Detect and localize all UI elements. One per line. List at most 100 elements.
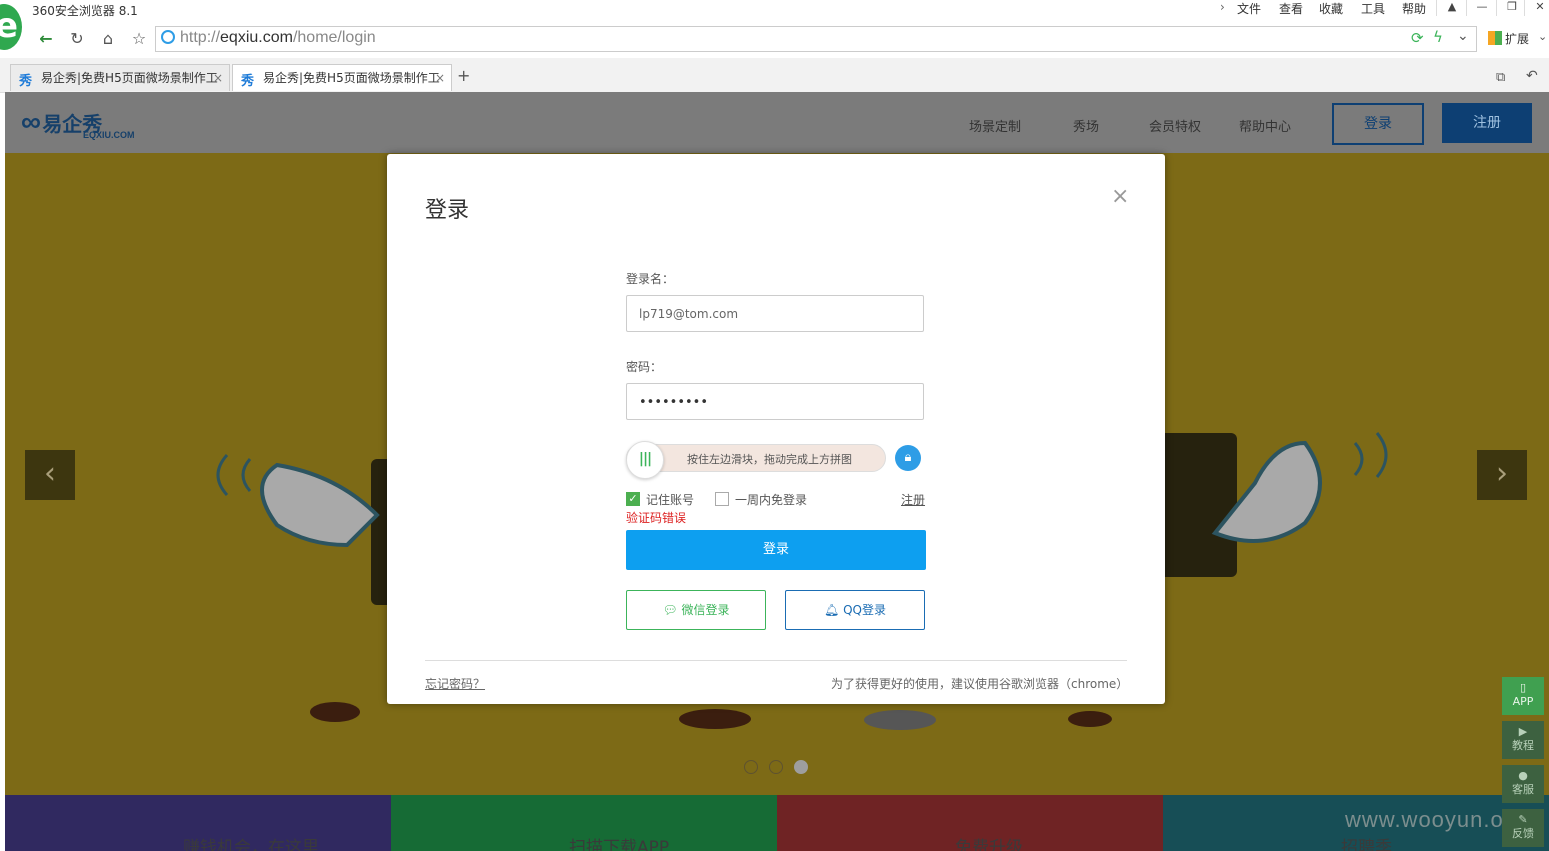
user-icon: ● — [1518, 769, 1528, 782]
remember-checkbox[interactable]: ✓ — [626, 492, 640, 506]
skin-icon[interactable]: ▲ — [1436, 0, 1467, 16]
header-register-button[interactable]: 注册 — [1442, 103, 1532, 143]
refresh-icon[interactable]: ↻ — [66, 28, 88, 50]
carousel-dot-1[interactable] — [744, 760, 758, 774]
side-feedback-button[interactable]: ✎ 反馈 — [1502, 809, 1544, 847]
wechat-icon: 💬︎ — [662, 603, 678, 617]
nav-help-center[interactable]: 帮助中心 — [1239, 116, 1291, 135]
tab-1[interactable]: 秀 易企秀|免费H5页面微场景制作工 × — [10, 64, 230, 91]
banner-wing-left — [260, 462, 380, 548]
banner-face-3 — [864, 710, 936, 730]
logo-sub: EQXIU.COM — [83, 130, 135, 140]
phone-icon: ▯ — [1519, 681, 1527, 694]
qq-icon: 🔔︎ — [824, 603, 840, 617]
side-service-label: 客服 — [1512, 783, 1534, 796]
site-logo[interactable]: ∞ 易企秀 EQXIU.COM — [21, 106, 135, 140]
week-checkbox[interactable] — [715, 492, 729, 506]
menu-tools[interactable]: 工具 — [1361, 0, 1385, 17]
banner-prev-button[interactable]: ‹ — [25, 450, 75, 500]
banner-wave-3 — [1353, 442, 1364, 476]
eqxiu-favicon-icon: 秀 — [241, 74, 255, 89]
extensions-label[interactable]: 扩展 — [1505, 30, 1529, 47]
side-tutorial-button[interactable]: ▶ 教程 — [1502, 721, 1544, 759]
login-submit-button[interactable]: 登录 — [626, 530, 926, 570]
slider-handle[interactable]: ||| — [626, 441, 664, 479]
dropdown-icon[interactable]: ⌄ — [1457, 28, 1469, 44]
chevron-right-icon[interactable]: › — [1220, 0, 1225, 14]
menu-file[interactable]: 文件 — [1237, 0, 1261, 17]
banner-next-button[interactable]: › — [1477, 450, 1527, 500]
chevron-down-icon[interactable]: ⌄ — [1538, 30, 1547, 43]
side-service-button[interactable]: ● 客服 — [1502, 765, 1544, 803]
qq-login-button[interactable]: 🔔︎ QQ登录 — [785, 590, 925, 630]
banner-wave-2 — [241, 458, 252, 492]
password-label: 密码： — [626, 360, 663, 374]
modal-divider — [425, 660, 1127, 661]
star-icon[interactable]: ☆ — [128, 28, 150, 50]
captcha-slider[interactable]: ||| 按住左边滑块，拖动完成上方拼图 — [626, 441, 886, 479]
remember-label[interactable]: 记住账号 — [646, 491, 694, 508]
side-app-button[interactable]: ▯ APP — [1502, 677, 1544, 715]
password-field[interactable]: ••••••••• — [626, 383, 924, 420]
week-label[interactable]: 一周内免登录 — [735, 491, 807, 508]
edit-icon: ✎ — [1518, 813, 1528, 826]
close-icon[interactable]: × — [1111, 184, 1129, 209]
carousel-dot-2[interactable] — [769, 760, 783, 774]
side-app-label: APP — [1512, 695, 1534, 708]
url-prefix: http:// — [180, 29, 221, 46]
register-link[interactable]: 注册 — [901, 491, 925, 508]
tab-2[interactable]: 秀 易企秀|免费H5页面微场景制作工 × — [232, 64, 452, 91]
tab-close-icon[interactable]: × — [435, 65, 445, 91]
banner-wave-4 — [1375, 432, 1388, 478]
restore-icon[interactable]: ❐ — [1496, 0, 1527, 16]
sync-icon[interactable]: ⟳ — [1411, 29, 1424, 47]
tab-close-icon[interactable]: × — [213, 65, 223, 91]
bottom-promo-strip: 赚钱机会，在这里 扫描下载APP 免费升级 招聘季 — [5, 795, 1549, 851]
promo-app[interactable]: 扫描下载APP — [391, 795, 777, 851]
close-window-icon[interactable]: ✕ — [1524, 0, 1549, 16]
promo-earn[interactable]: 赚钱机会，在这里 — [5, 795, 391, 851]
logo-mark-icon: ∞ — [21, 106, 41, 137]
wechat-login-button[interactable]: 💬︎ 微信登录 — [626, 590, 766, 630]
banner-wave-1 — [216, 453, 229, 497]
login-modal: 登录 × 登录名： lp719@tom.com 密码： ••••••••• ||… — [387, 154, 1165, 704]
url-domain: eqxiu.com — [220, 29, 293, 46]
menu-view[interactable]: 查看 — [1279, 0, 1303, 17]
captcha-error: 验证码错误 — [626, 511, 687, 525]
undo-close-icon[interactable]: ↶ — [1526, 68, 1538, 84]
tab-label: 易企秀|免费H5页面微场景制作工 — [41, 71, 218, 85]
menu-help[interactable]: 帮助 — [1402, 0, 1426, 17]
back-icon[interactable]: ← — [35, 28, 57, 50]
globe-icon — [161, 30, 175, 44]
promo-upgrade[interactable]: 免费升级 — [777, 795, 1163, 851]
tab-list-icon[interactable]: ⧉ — [1496, 70, 1505, 85]
minimize-icon[interactable]: — — [1466, 0, 1497, 16]
nav-membership[interactable]: 会员特权 — [1149, 116, 1201, 135]
url-text[interactable]: http://eqxiu.com/home/login — [180, 29, 376, 47]
watermark-text: www.wooyun.org — [1345, 807, 1526, 832]
browser-titlebar — [0, 0, 1549, 22]
extensions-icon[interactable] — [1488, 31, 1502, 45]
lock-icon[interactable]: 🔒︎ — [895, 445, 921, 471]
modal-title: 登录 — [425, 198, 470, 223]
menu-favorites[interactable]: 收藏 — [1319, 0, 1343, 17]
lightning-icon[interactable]: ϟ — [1433, 28, 1443, 46]
new-tab-button[interactable]: + — [457, 66, 470, 85]
side-tutorial-label: 教程 — [1512, 739, 1534, 752]
carousel-dot-3[interactable] — [794, 760, 808, 774]
username-field[interactable]: lp719@tom.com — [626, 295, 924, 332]
forgot-password-link[interactable]: 忘记密码？ — [425, 675, 485, 692]
nav-showcase[interactable]: 秀场 — [1073, 116, 1099, 135]
banner-face-1 — [310, 702, 360, 722]
site-header — [5, 92, 1549, 153]
banner-face-4 — [1068, 711, 1112, 727]
play-icon: ▶ — [1518, 725, 1528, 738]
qq-login-label: QQ登录 — [843, 603, 886, 617]
tab-label: 易企秀|免费H5页面微场景制作工 — [263, 71, 440, 85]
browser-tip: 为了获得更好的使用，建议使用谷歌浏览器（chrome） — [831, 677, 1129, 691]
nav-scene-custom[interactable]: 场景定制 — [969, 116, 1021, 135]
browser-title: 360安全浏览器 8.1 — [32, 4, 138, 18]
username-label: 登录名： — [626, 272, 675, 286]
header-login-button[interactable]: 登录 — [1332, 103, 1424, 145]
home-icon[interactable]: ⌂ — [97, 28, 119, 50]
